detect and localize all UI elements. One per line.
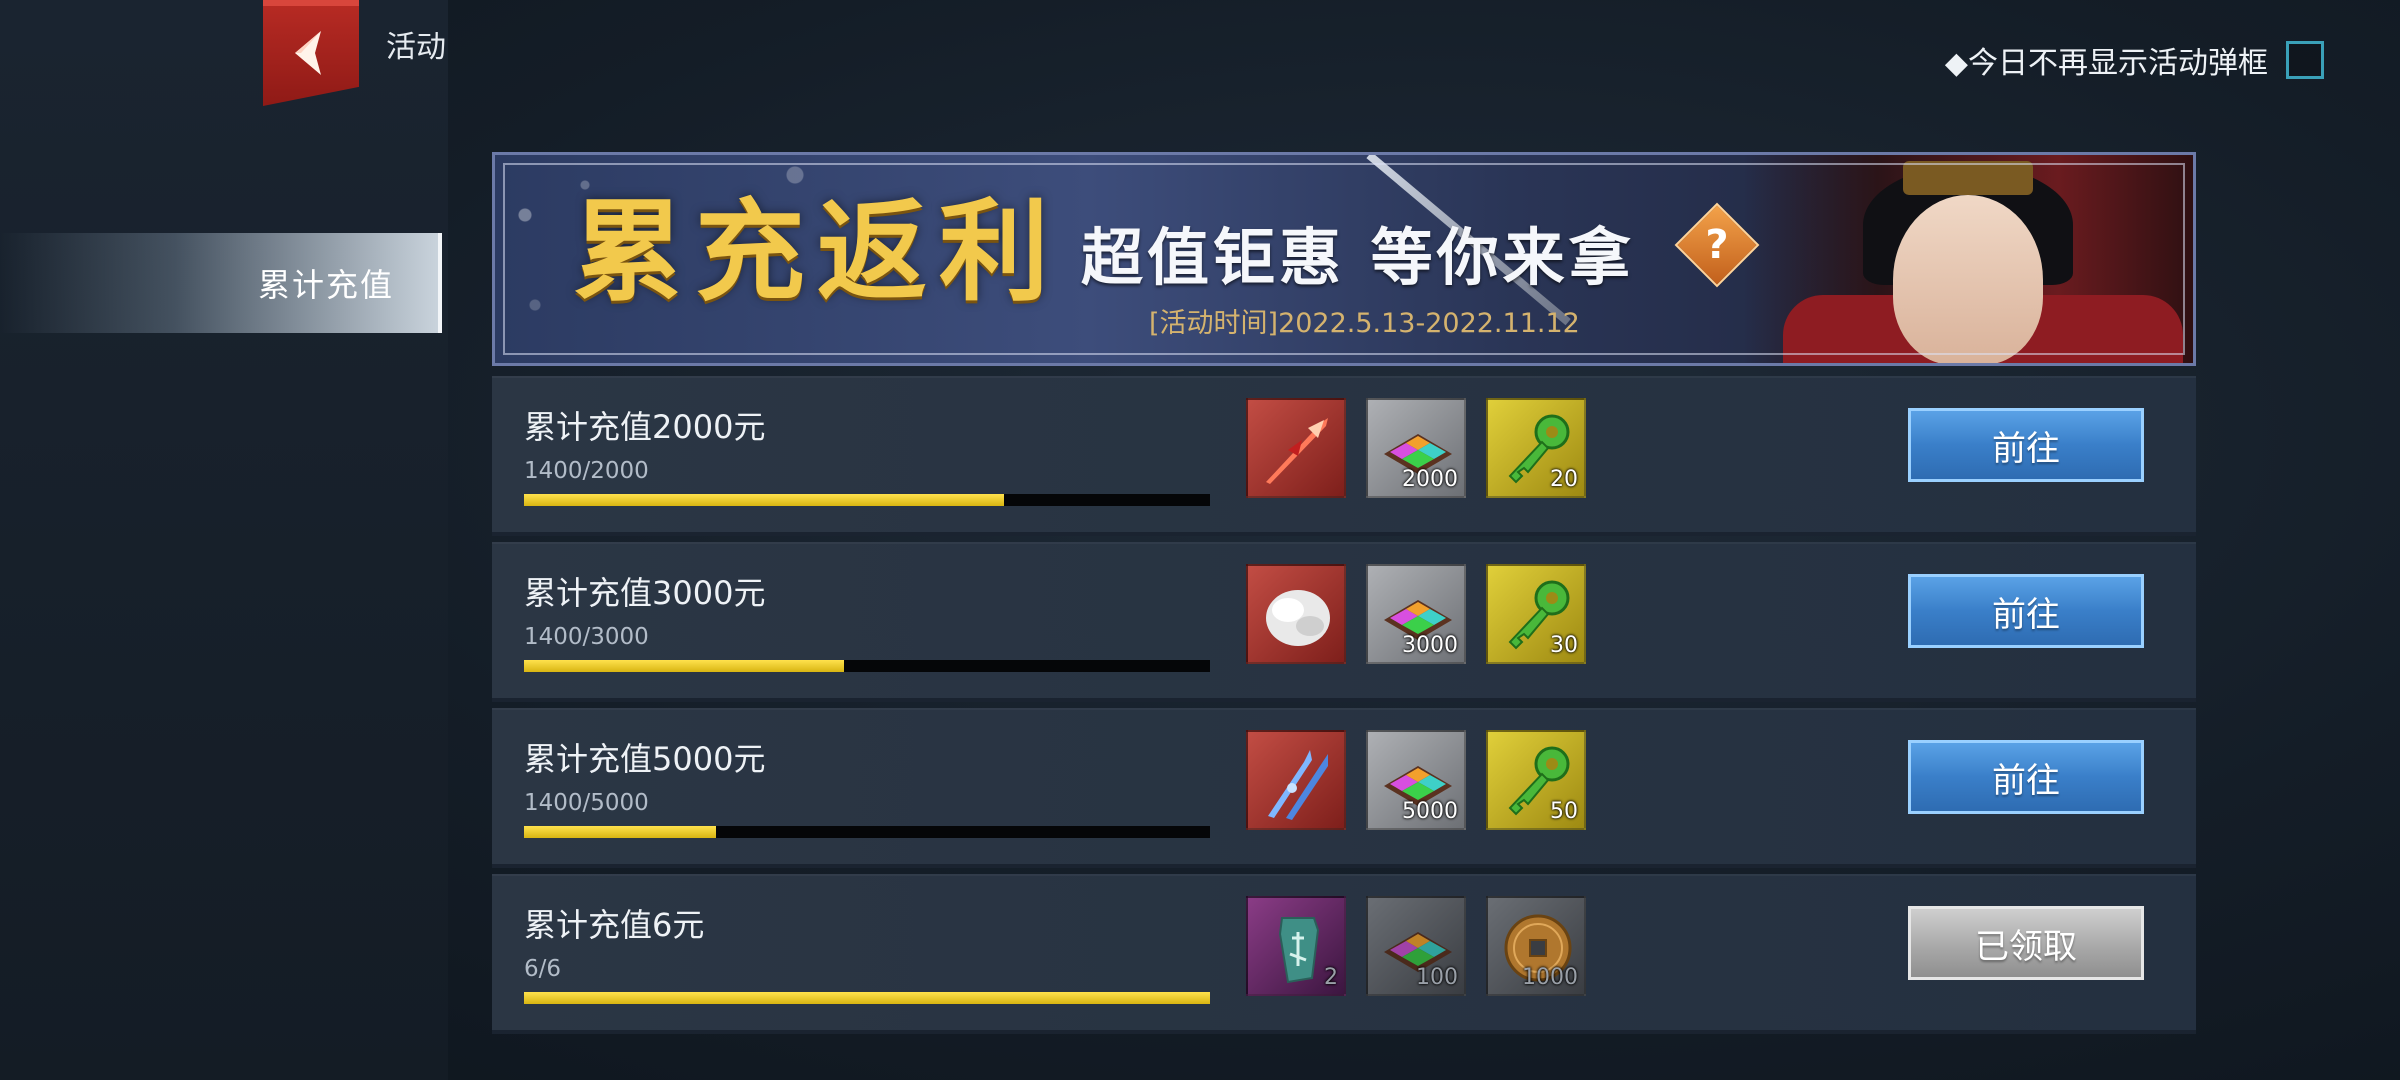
row-progress-text: 1400/2000 (524, 458, 649, 484)
reward-row: 累计充值3000元 1400/3000 3000 30 前往 (492, 542, 2196, 702)
progress-bar (524, 494, 1210, 506)
reward-item[interactable] (1246, 564, 1346, 664)
event-date: [活动时间]2022.5.13-2022.11.12 (1149, 308, 1580, 339)
reward-item[interactable] (1246, 398, 1346, 498)
banner-title: 累充返利 (573, 187, 1061, 316)
event-banner: 累充返利 超值钜惠 等你来拿 ? [活动时间]2022.5.13-2022.11… (492, 152, 2196, 366)
progress-bar (524, 660, 1210, 672)
progress-bar (524, 826, 1210, 838)
row-title: 累计充值2000元 (524, 408, 766, 446)
reward-item[interactable]: 2000 (1366, 398, 1466, 498)
red-spear-icon (1266, 418, 1328, 484)
reward-item[interactable]: 30 (1486, 564, 1586, 664)
left-panel (0, 0, 448, 1080)
row-title: 累计充值3000元 (524, 574, 766, 612)
progress-bar (524, 992, 1210, 1004)
row-title: 累计充值6元 (524, 906, 705, 944)
reward-item[interactable]: 20 (1486, 398, 1586, 498)
page-title: 活动 (386, 30, 446, 65)
reward-row: 累计充值5000元 1400/5000 5000 50 前往 (492, 708, 2196, 868)
hide-popup-checkbox[interactable] (2286, 41, 2324, 79)
progress-fill (524, 494, 1005, 506)
row-progress-text: 1400/5000 (524, 790, 649, 816)
reward-item[interactable]: 1000 (1486, 896, 1586, 996)
reward-item[interactable]: 100 (1366, 896, 1466, 996)
claimed-button[interactable]: 已领取 (1908, 906, 2144, 980)
row-progress-text: 1400/3000 (524, 624, 649, 650)
reward-item[interactable]: 2 (1246, 896, 1346, 996)
reward-item[interactable] (1246, 730, 1346, 830)
reward-row: 累计充值2000元 1400/2000 2000 20 前往 (492, 376, 2196, 536)
white-fur-icon (1266, 590, 1330, 646)
sidebar-item-cumulative-recharge[interactable]: 累计充值 (0, 233, 442, 333)
reward-item[interactable]: 50 (1486, 730, 1586, 830)
row-progress-text: 6/6 (524, 956, 562, 982)
progress-fill (524, 826, 717, 838)
go-button[interactable]: 前往 (1908, 740, 2144, 814)
progress-fill (524, 660, 845, 672)
sidebar-item-label: 累计充值 (257, 266, 394, 304)
blue-twin-blades-icon (1268, 750, 1328, 820)
banner-subtitle: 超值钜惠 等你来拿 (1081, 221, 1635, 294)
go-button[interactable]: 前往 (1908, 574, 2144, 648)
reward-item[interactable]: 5000 (1366, 730, 1466, 830)
go-button[interactable]: 前往 (1908, 408, 2144, 482)
row-title: 累计充值5000元 (524, 740, 766, 778)
hide-popup-label: ◆今日不再显示活动弹框 (1944, 46, 2268, 81)
chevron-left-icon (295, 31, 321, 75)
progress-fill (524, 992, 1210, 1004)
hide-popup-toggle[interactable]: ◆今日不再显示活动弹框 (1945, 38, 2324, 82)
reward-row: 累计充值6元 6/6 2 100 1000 已领取 (492, 874, 2196, 1034)
reward-item[interactable]: 3000 (1366, 564, 1466, 664)
